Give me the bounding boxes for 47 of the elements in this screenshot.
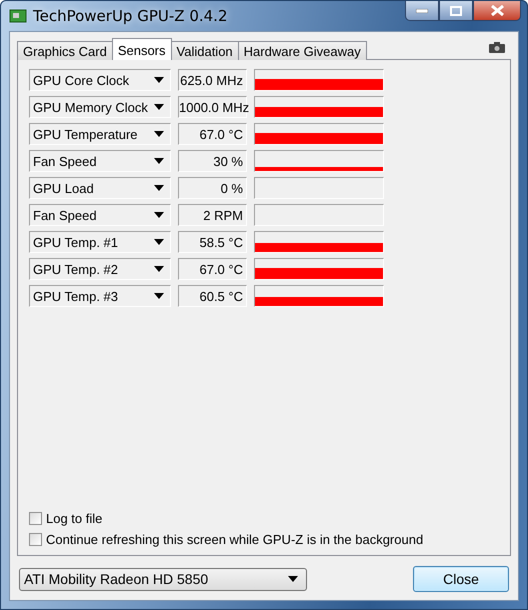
dropdown-arrow-icon [154,293,164,299]
sensor-reading: 0 % [178,177,247,199]
window-title: TechPowerUp GPU-Z 0.4.2 [33,7,228,25]
maximize-button[interactable] [439,1,473,21]
tab[interactable]: Hardware Giveaway [238,41,367,60]
graphics-card-icon [9,9,27,23]
sensor-reading: 58.5 °C [178,231,247,253]
sensor-reading: 2 RPM [178,204,247,226]
gpu-select[interactable]: ATI Mobility Radeon HD 5850 [19,568,307,590]
dropdown-arrow-icon [154,239,164,245]
close-icon [490,5,504,16]
checkbox[interactable] [29,533,42,546]
sensor-dropdown[interactable]: Fan Speed [29,204,171,226]
sensor-dropdown[interactable]: GPU Core Clock [29,69,171,91]
sensor-dropdown[interactable]: GPU Temp. #1 [29,231,171,253]
sensor-dropdown[interactable]: GPU Memory Clock [29,96,171,118]
sensor-reading: 1000.0 MHz [178,96,247,118]
sensor-reading: 60.5 °C [178,285,247,307]
maximize-icon [450,6,462,16]
checkbox-label: Log to file [46,511,102,526]
checkbox[interactable] [29,512,42,525]
checkbox-label: Continue refreshing this screen while GPU-Z is in the background [46,532,424,547]
sensor-dropdown[interactable]: GPU Load [29,177,171,199]
tab[interactable]: Validation [170,41,239,60]
sensor-dropdown[interactable]: Fan Speed [29,150,171,172]
dropdown-arrow-icon [154,158,164,164]
dropdown-arrow-icon [154,77,164,83]
close-window-button[interactable] [473,1,521,21]
tab[interactable]: Sensors [112,38,172,60]
dropdown-arrow-icon [154,131,164,137]
sensor-reading: 67.0 °C [178,123,247,145]
close-button[interactable]: Close [413,566,509,592]
minimize-icon [416,8,428,12]
minimize-button[interactable] [405,1,439,21]
sensor-dropdown[interactable]: GPU Temp. #2 [29,258,171,280]
sensor-reading: 67.0 °C [178,258,247,280]
sensor-reading: 625.0 MHz [178,69,247,91]
dropdown-arrow-icon [154,266,164,272]
sensor-dropdown[interactable]: GPU Temperature [29,123,171,145]
tab[interactable]: Graphics Card [17,41,113,60]
dropdown-arrow-icon [154,185,164,191]
dropdown-arrow-icon [288,576,298,582]
sensor-reading: 30 % [178,150,247,172]
dropdown-arrow-icon [154,212,164,218]
dropdown-arrow-icon [154,104,164,110]
camera-icon[interactable] [489,42,505,53]
sensor-dropdown[interactable]: GPU Temp. #3 [29,285,171,307]
